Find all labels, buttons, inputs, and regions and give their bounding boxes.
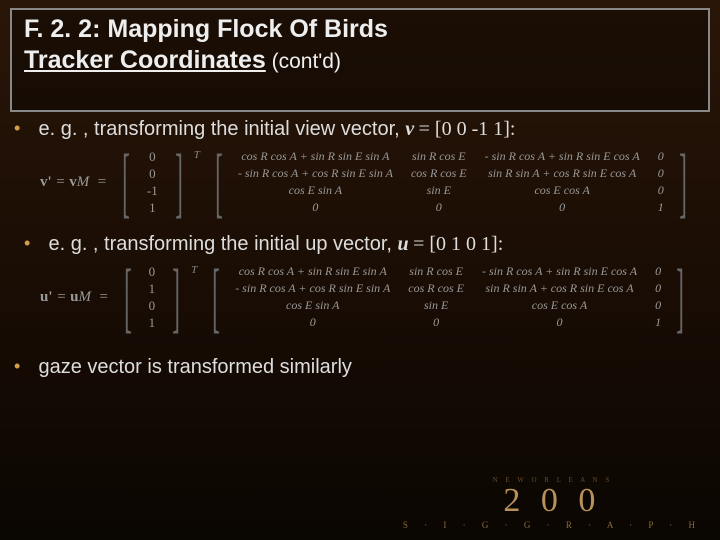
title-box: F. 2. 2: Mapping Flock Of Birds Tracker … <box>10 8 710 112</box>
slide-title: F. 2. 2: Mapping Flock Of Birds Tracker … <box>24 14 696 77</box>
siggraph-logo: N E W O R L E A N S 2 0 0 S · I · G · G … <box>403 476 702 530</box>
logo-brand: S · I · G · G · R · A · P · H <box>403 520 702 530</box>
col-vector-1: 0 0 -1 1 <box>145 149 160 215</box>
title-prefix: F. 2. 2: <box>24 15 107 43</box>
logo-year: 2 0 0 <box>403 482 702 520</box>
title-line1: Mapping Flock Of Birds <box>107 15 388 43</box>
col-vector-2: 0 1 0 1 <box>147 264 158 330</box>
bullet-1-text: e. g. , transforming the initial view ve… <box>38 118 405 140</box>
bullet-1-vec: v <box>405 118 414 140</box>
matrix-1: cos R cos A + sin R sin E sin Asin R cos… <box>238 149 664 215</box>
title-line2: Tracker Coordinates <box>24 46 266 74</box>
crescent-icon <box>618 18 690 90</box>
bullet-icon: • <box>14 118 34 139</box>
matrix-2: cos R cos A + sin R sin E sin Asin R cos… <box>235 264 661 330</box>
bullet-3-text: gaze vector is transformed similarly <box>38 356 351 378</box>
equation-2: u' = uM = [ 0 1 0 1 ]T [ cos R cos A + s… <box>40 264 706 330</box>
bullet-1-eq: = [0 0 -1 1]: <box>419 118 516 140</box>
bullet-icon: • <box>24 233 44 254</box>
equation-1: v' = vM = [ 0 0 -1 1 ]T [ cos R cos A + … <box>40 149 706 215</box>
bullet-2-eq: = [0 1 0 1]: <box>413 233 503 255</box>
bullet-2-text: e. g. , transforming the initial up vect… <box>48 233 397 255</box>
bullet-1: • e. g. , transforming the initial view … <box>14 118 706 141</box>
bullet-icon: • <box>14 356 34 377</box>
content: • e. g. , transforming the initial view … <box>14 118 706 387</box>
bullet-3: • gaze vector is transformed similarly <box>14 356 706 379</box>
bullet-2-vec: u <box>398 233 409 255</box>
title-suffix: (cont'd) <box>266 50 341 73</box>
slide: F. 2. 2: Mapping Flock Of Birds Tracker … <box>0 0 720 540</box>
